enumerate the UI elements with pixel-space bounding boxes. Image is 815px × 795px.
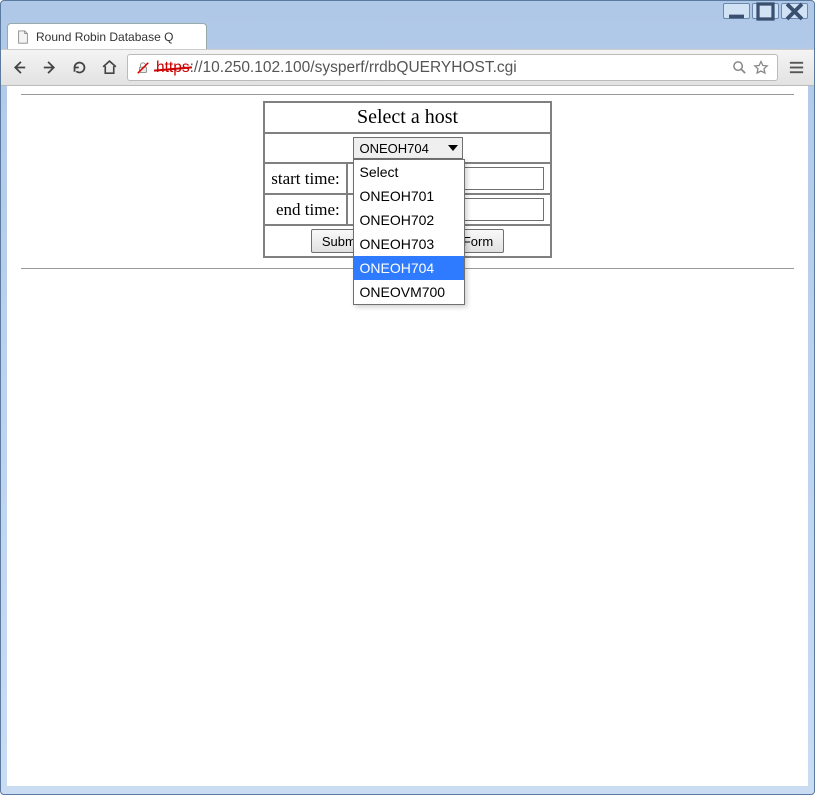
menu-icon bbox=[788, 59, 805, 76]
browser-tab[interactable]: Round Robin Database Q bbox=[7, 23, 207, 49]
host-dropdown-list[interactable]: SelectONEOH701ONEOH702ONEOH703ONEOH704ON… bbox=[353, 159, 465, 305]
end-time-label: end time: bbox=[264, 194, 346, 225]
minimize-button[interactable] bbox=[723, 3, 750, 19]
minimize-icon bbox=[724, 0, 749, 24]
arrow-left-icon bbox=[11, 59, 28, 76]
dropdown-option[interactable]: ONEOVM700 bbox=[354, 280, 464, 304]
search-icon bbox=[732, 60, 747, 75]
host-select-value: ONEOH704 bbox=[360, 141, 429, 156]
dropdown-option[interactable]: ONEOH704 bbox=[354, 256, 464, 280]
home-icon bbox=[101, 59, 118, 76]
start-time-label: start time: bbox=[264, 163, 346, 194]
close-icon bbox=[782, 0, 807, 24]
home-button[interactable] bbox=[99, 58, 119, 78]
back-button[interactable] bbox=[9, 58, 29, 78]
tab-strip: Round Robin Database Q bbox=[1, 21, 814, 49]
page-content: Select a host ONEOH704 start time: end t… bbox=[7, 86, 808, 786]
dropdown-option[interactable]: Select bbox=[354, 160, 464, 184]
window-titlebar bbox=[1, 1, 814, 21]
nav-buttons bbox=[9, 58, 119, 78]
form-caption: Select a host bbox=[264, 102, 550, 133]
browser-window: Round Robin Database Q https://10.250.10… bbox=[0, 0, 815, 795]
omnibox-right-icons bbox=[732, 60, 769, 76]
dropdown-option[interactable]: ONEOH701 bbox=[354, 184, 464, 208]
page-icon bbox=[16, 30, 30, 44]
host-select[interactable]: ONEOH704 bbox=[353, 137, 463, 159]
address-bar[interactable]: https://10.250.102.100/sysperf/rrdbQUERY… bbox=[127, 54, 778, 81]
reload-button[interactable] bbox=[69, 58, 89, 78]
chevron-down-icon bbox=[448, 145, 458, 151]
browser-toolbar: https://10.250.102.100/sysperf/rrdbQUERY… bbox=[1, 49, 814, 86]
maximize-icon bbox=[753, 0, 778, 24]
close-button[interactable] bbox=[781, 3, 808, 19]
tab-title: Round Robin Database Q bbox=[36, 30, 173, 44]
star-icon[interactable] bbox=[753, 60, 769, 76]
https-warning-icon bbox=[136, 61, 150, 75]
arrow-right-icon bbox=[41, 59, 58, 76]
url-path: ://10.250.102.100/sysperf/rrdbQUERYHOST.… bbox=[190, 59, 517, 77]
dropdown-option[interactable]: ONEOH703 bbox=[354, 232, 464, 256]
maximize-button[interactable] bbox=[752, 3, 779, 19]
dropdown-option[interactable]: ONEOH702 bbox=[354, 208, 464, 232]
divider-top bbox=[21, 94, 794, 95]
menu-button[interactable] bbox=[786, 58, 806, 78]
forward-button[interactable] bbox=[39, 58, 59, 78]
url-scheme: https bbox=[156, 59, 190, 77]
reload-icon bbox=[71, 59, 88, 76]
url-text: https://10.250.102.100/sysperf/rrdbQUERY… bbox=[156, 59, 726, 77]
